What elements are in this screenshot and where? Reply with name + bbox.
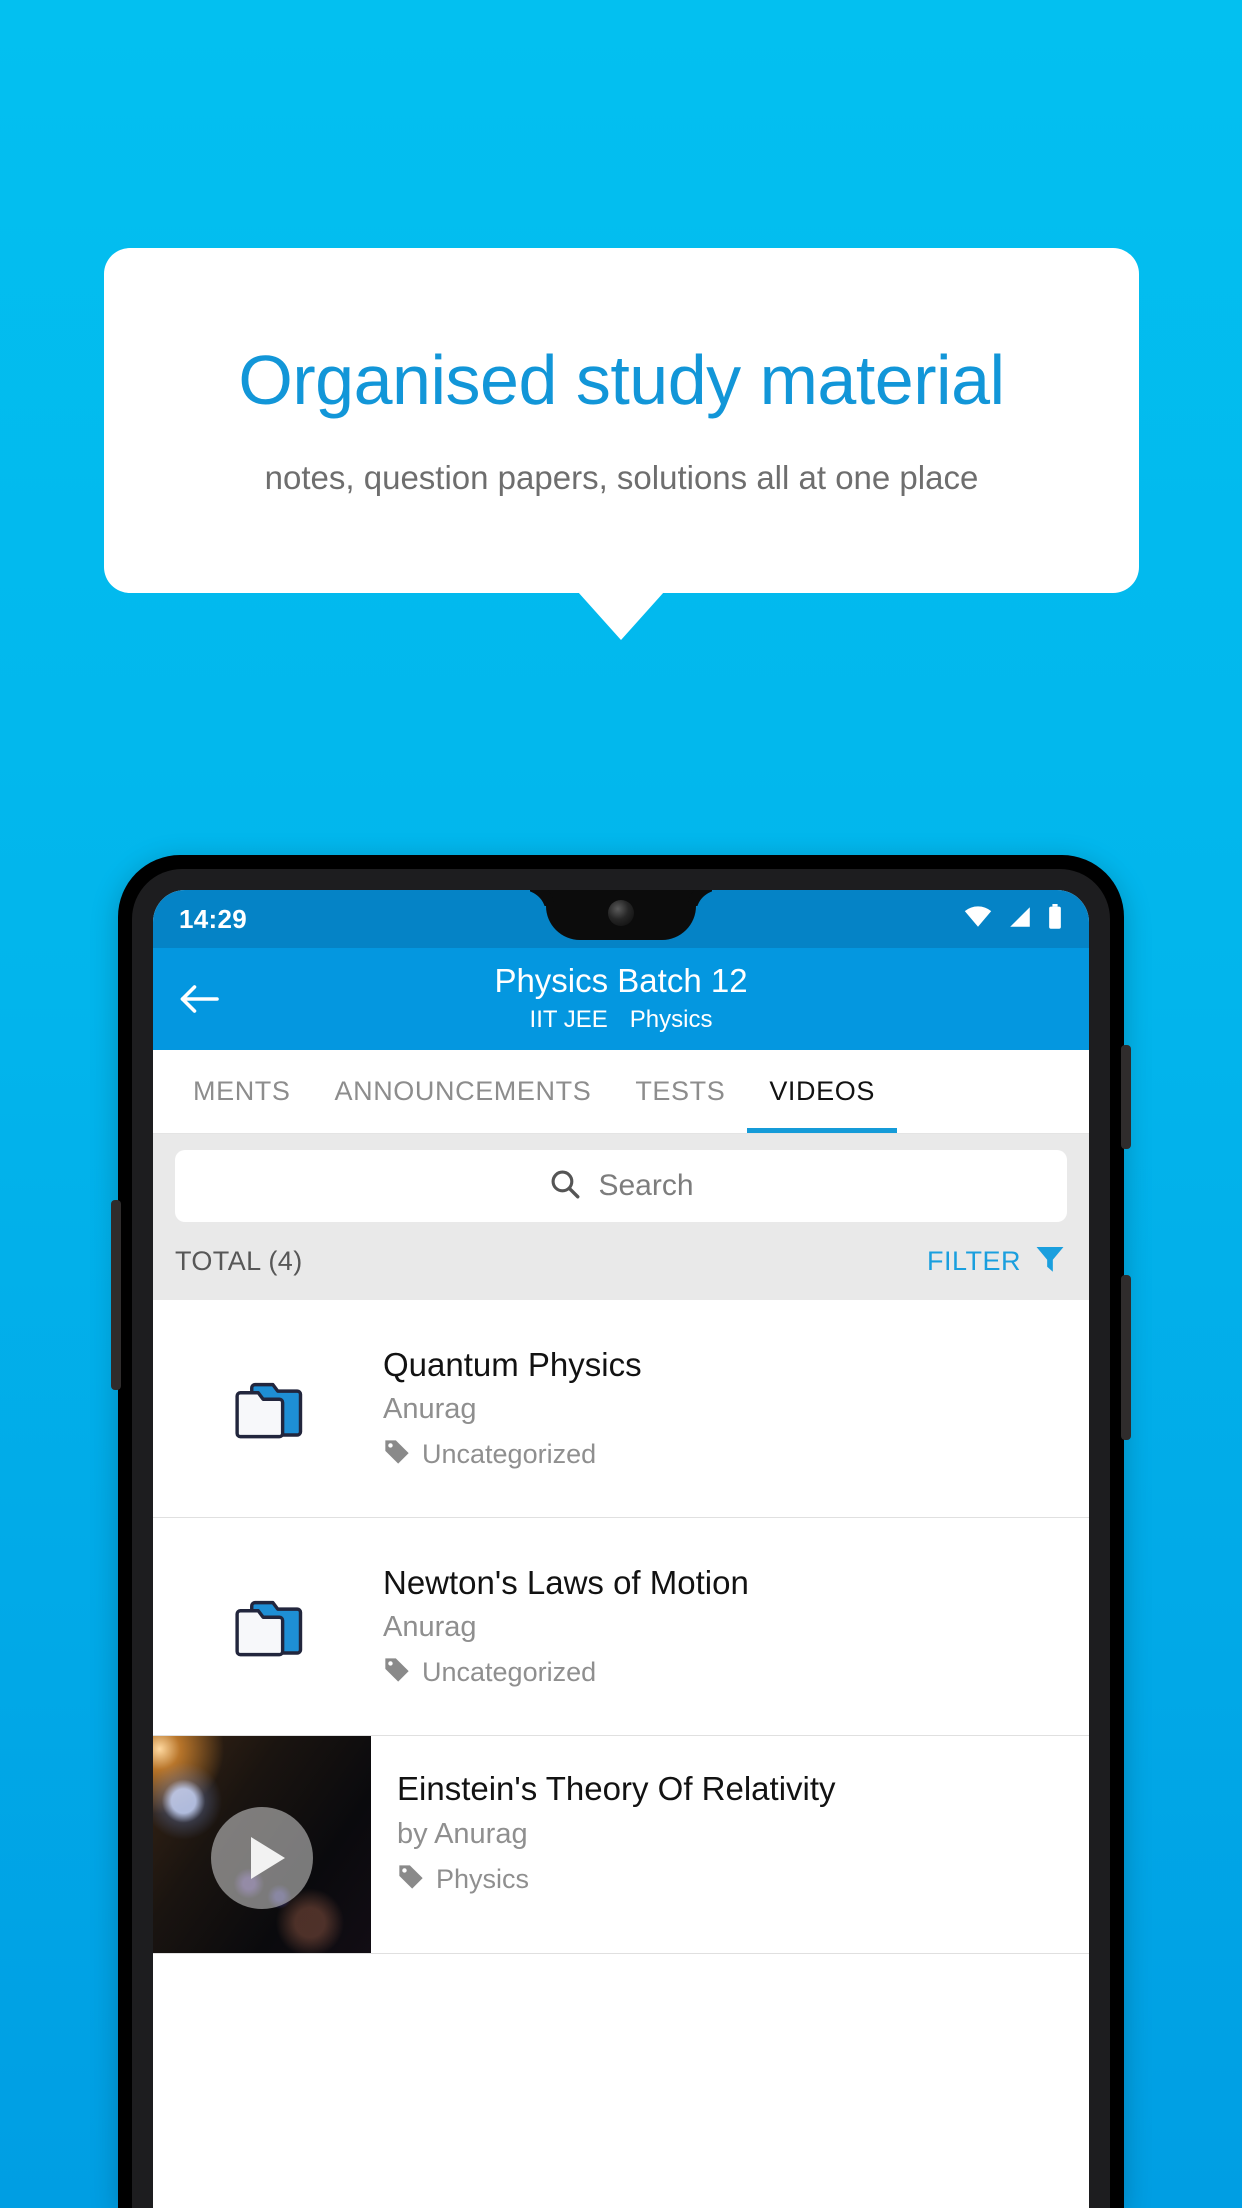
- search-input[interactable]: Search: [175, 1150, 1067, 1222]
- list-item-tag: Uncategorized: [422, 1439, 597, 1470]
- battery-icon: [1047, 903, 1063, 935]
- tag-icon: [397, 1863, 425, 1896]
- list-item-author: Anurag: [383, 1611, 477, 1644]
- search-area: Search: [153, 1134, 1089, 1222]
- tag-icon: [383, 1656, 411, 1689]
- front-camera-icon: [608, 900, 634, 926]
- list-item-tag-row: Uncategorized: [383, 1656, 1069, 1689]
- promo-subtitle: notes, question papers, solutions all at…: [264, 458, 979, 496]
- video-thumbnail[interactable]: [153, 1736, 371, 1953]
- list-item-body: Newton's Laws of Motion Anurag Uncategor…: [383, 1564, 1089, 1690]
- tab-videos[interactable]: VIDEOS: [747, 1050, 897, 1133]
- back-arrow-icon[interactable]: [175, 975, 223, 1023]
- phone-mockup: 14:29 Physics Batch 12 IIT JEE Physics M…: [111, 855, 1131, 2208]
- list-item-tag: Uncategorized: [422, 1657, 597, 1688]
- wifi-icon: [963, 905, 993, 933]
- play-icon[interactable]: [211, 1806, 313, 1909]
- list-item-title: Quantum Physics: [383, 1345, 642, 1383]
- promo-card-tail: [578, 592, 664, 640]
- search-placeholder: Search: [598, 1169, 694, 1202]
- filter-button[interactable]: FILTER: [927, 1242, 1067, 1281]
- total-count-label: TOTAL (4): [175, 1245, 303, 1276]
- filter-label: FILTER: [926, 1245, 1021, 1276]
- list-item-title: Einstein's Theory Of Relativity: [397, 1770, 836, 1807]
- tag-icon: [383, 1438, 411, 1471]
- list-item-title: Newton's Laws of Motion: [383, 1563, 749, 1601]
- phone-power-button[interactable]: [1121, 1045, 1131, 1149]
- folder-icon: [153, 1370, 383, 1448]
- page-title: Physics Batch 12: [494, 962, 748, 1000]
- list-item-author: by Anurag: [397, 1818, 528, 1850]
- page-subtitle: IIT JEE Physics: [530, 1006, 713, 1034]
- status-bar: 14:29: [153, 890, 1089, 948]
- list-item-tag-row: Uncategorized: [383, 1438, 1069, 1471]
- list-item[interactable]: Einstein's Theory Of Relativity by Anura…: [153, 1736, 1089, 1954]
- list-item[interactable]: Newton's Laws of Motion Anurag Uncategor…: [153, 1518, 1089, 1736]
- list-item-body: Einstein's Theory Of Relativity by Anura…: [371, 1736, 1089, 1953]
- list-item-tag: Physics: [436, 1864, 530, 1894]
- tab-tests[interactable]: TESTS: [613, 1050, 747, 1133]
- phone-notch: [546, 890, 696, 940]
- list-item-tag-row: Physics: [397, 1863, 1069, 1896]
- list-item-body: Quantum Physics Anurag Uncategorized: [383, 1346, 1089, 1472]
- status-time: 14:29: [179, 903, 247, 934]
- content-list: Quantum Physics Anurag Uncategorized New…: [153, 1300, 1089, 1954]
- promo-card: Organised study material notes, question…: [104, 248, 1139, 593]
- folder-icon: [153, 1588, 383, 1666]
- filter-funnel-icon: [1033, 1242, 1067, 1281]
- status-icon-group: [963, 903, 1063, 935]
- phone-screen: 14:29 Physics Batch 12 IIT JEE Physics M…: [153, 890, 1089, 2208]
- tab-announcements[interactable]: ANNOUNCEMENTS: [313, 1050, 614, 1133]
- tab-bar: MENTS ANNOUNCEMENTS TESTS VIDEOS: [153, 1050, 1089, 1134]
- search-icon: [548, 1167, 582, 1206]
- tab-assignments[interactable]: MENTS: [171, 1050, 313, 1133]
- list-toolbar: TOTAL (4) FILTER: [153, 1222, 1089, 1300]
- list-item[interactable]: Quantum Physics Anurag Uncategorized: [153, 1300, 1089, 1518]
- subtitle-subject: Physics: [629, 1005, 713, 1033]
- subtitle-exam: IIT JEE: [529, 1005, 608, 1033]
- promo-title: Organised study material: [238, 340, 1005, 419]
- phone-volume-button[interactable]: [1121, 1275, 1131, 1440]
- signal-icon: [1007, 906, 1033, 933]
- app-bar: Physics Batch 12 IIT JEE Physics: [153, 948, 1089, 1050]
- phone-left-side-button[interactable]: [111, 1200, 121, 1390]
- list-item-author: Anurag: [383, 1393, 477, 1426]
